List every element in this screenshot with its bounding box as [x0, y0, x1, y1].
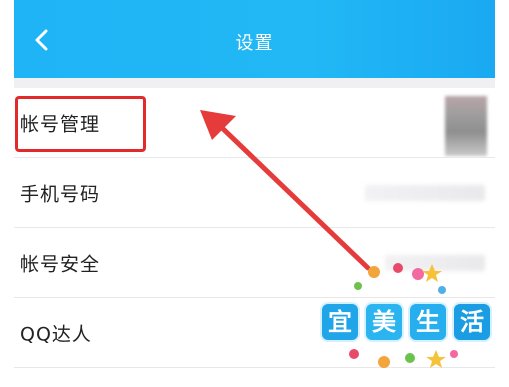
- watermark-badge: 宜 美 生 活: [314, 258, 492, 378]
- watermark-text: 宜 美 生 活: [320, 302, 492, 342]
- watermark-char: 宜: [320, 302, 360, 342]
- watermark-char: 活: [452, 302, 492, 342]
- watermark-char: 生: [408, 302, 448, 342]
- watermark-char: 美: [364, 302, 404, 342]
